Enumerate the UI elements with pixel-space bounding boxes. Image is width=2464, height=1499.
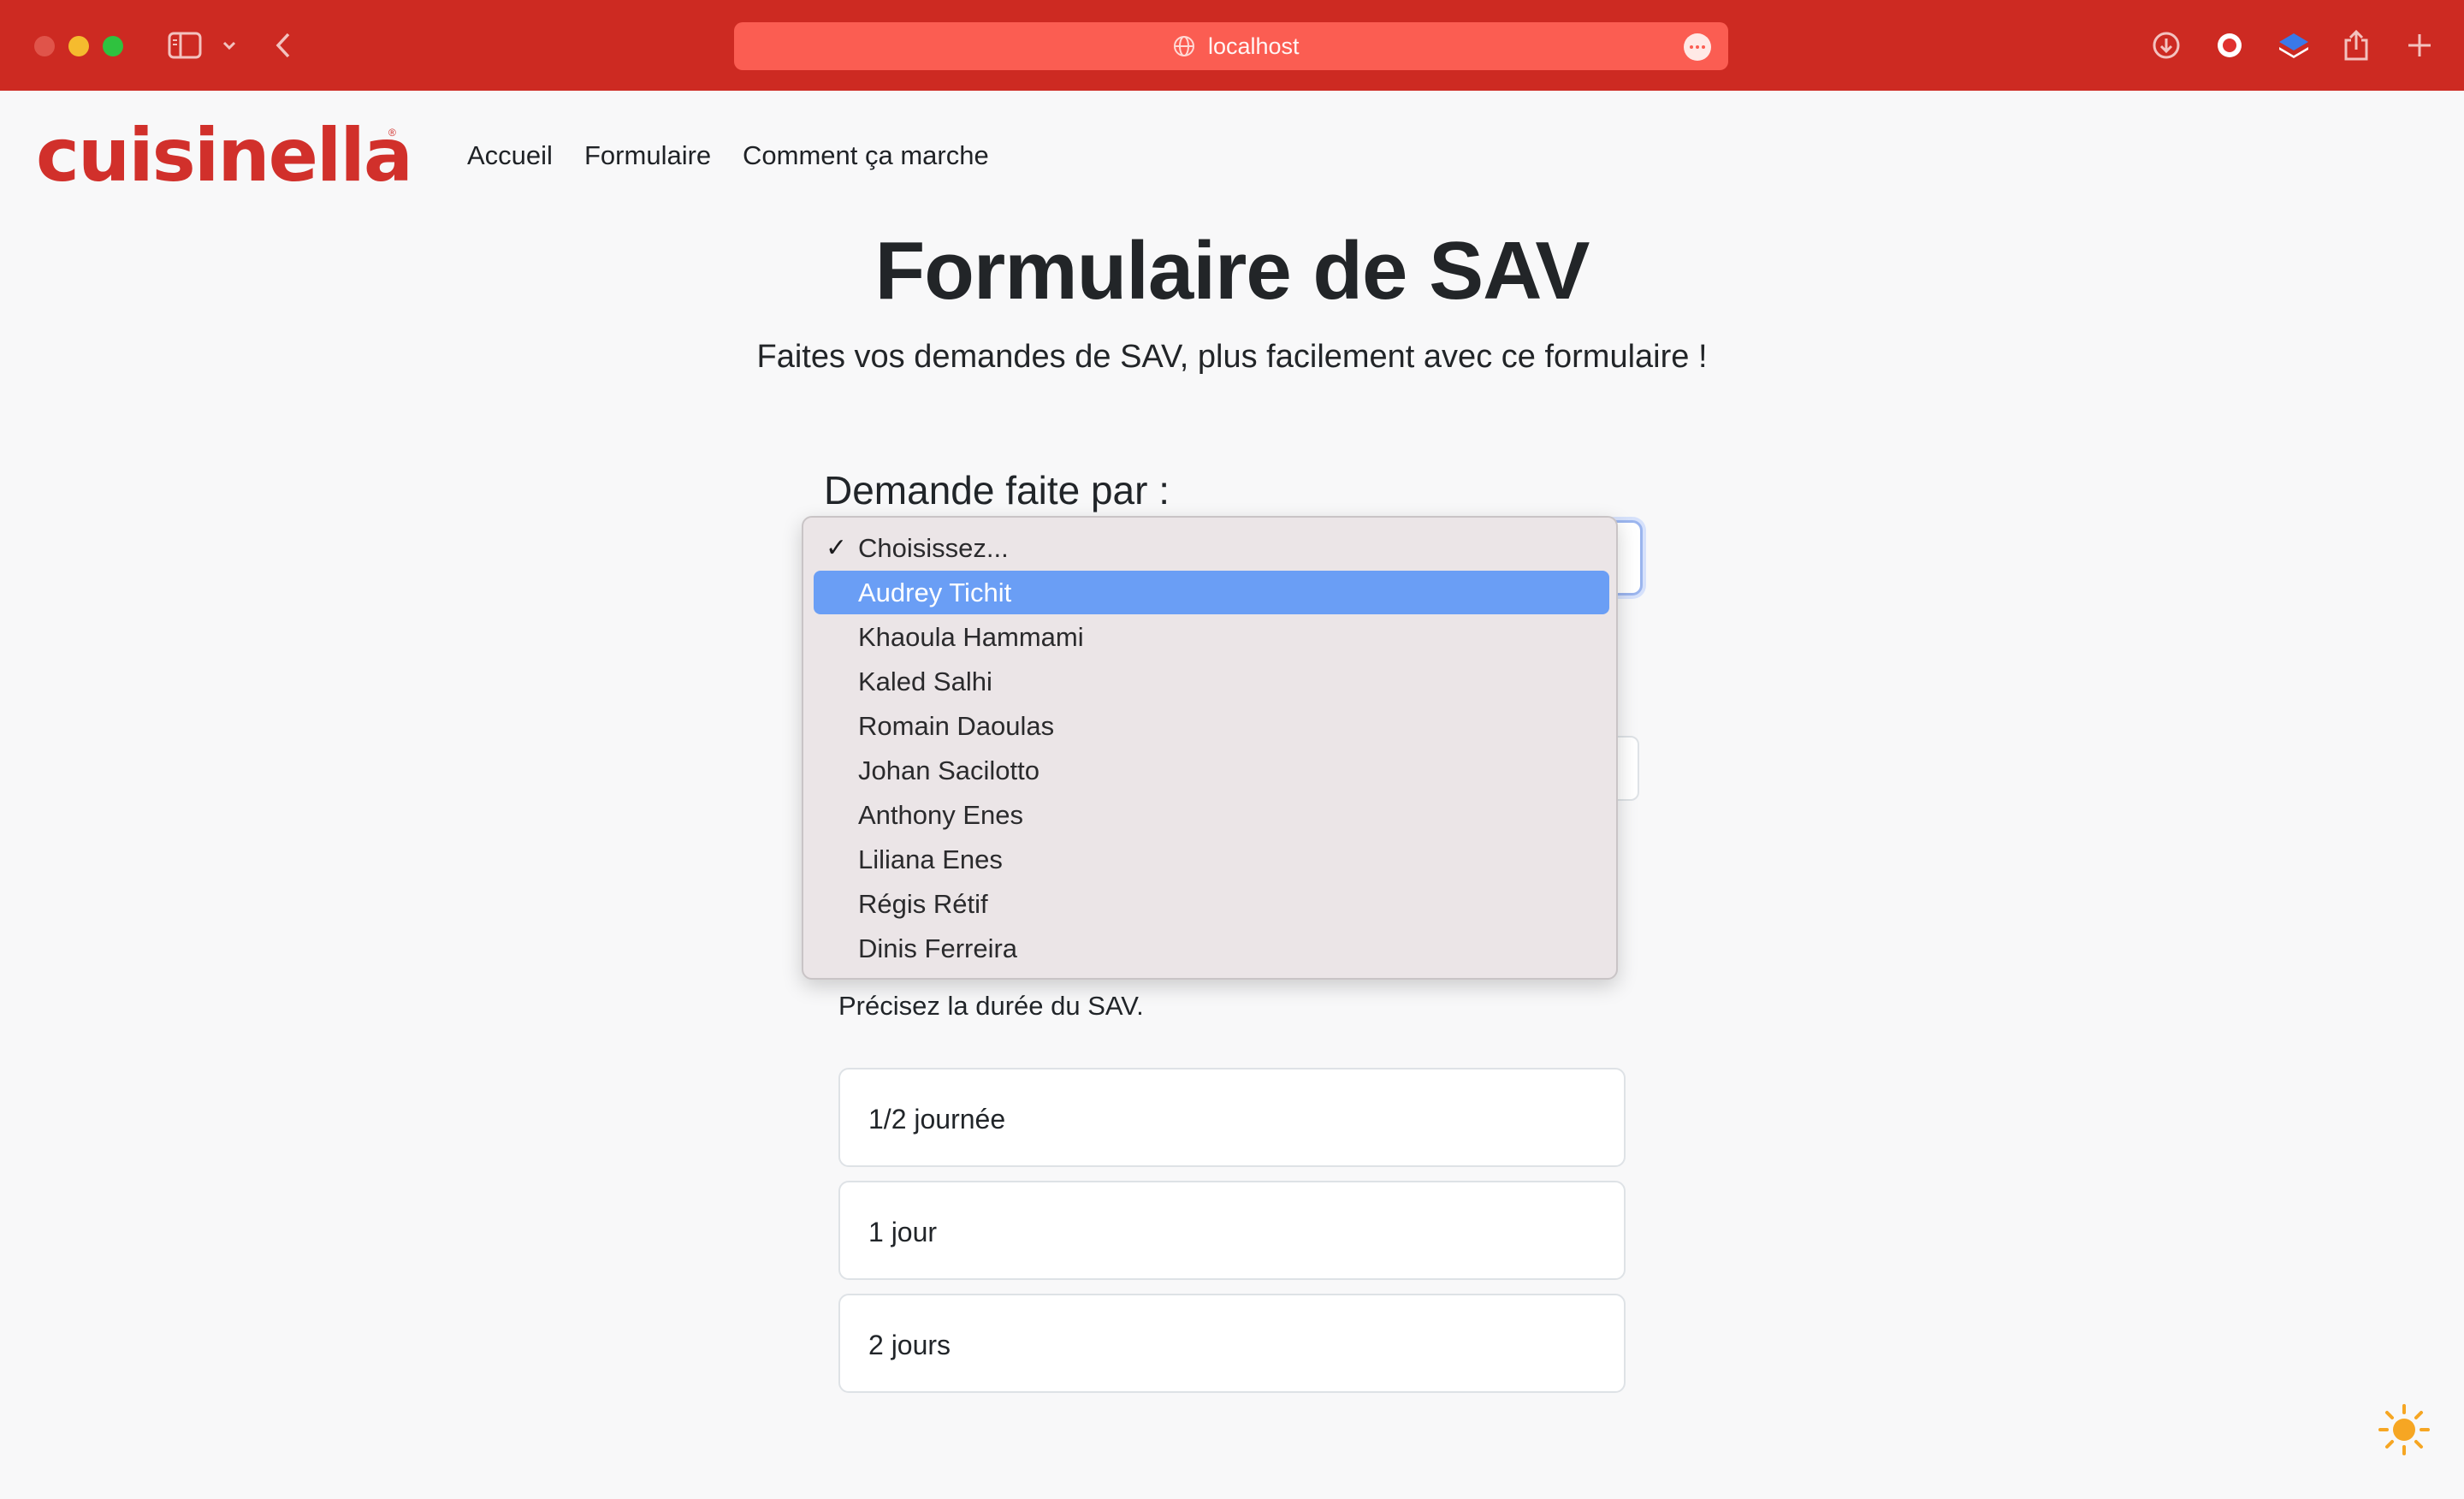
back-arrow-icon[interactable] (272, 26, 294, 65)
option-label: Audrey Tichit (858, 578, 1012, 607)
globe-icon (1174, 36, 1194, 56)
dropdown-option-anthony-enes[interactable]: Anthony Enes (814, 793, 1609, 837)
url-text: localhost (1208, 33, 1300, 59)
dropdown-option-liliana-enes[interactable]: Liliana Enes (814, 838, 1609, 881)
logo-registered-mark: ® (388, 127, 396, 139)
option-label: Dinis Ferreira (858, 933, 1018, 963)
duration-option-half-day[interactable]: 1/2 journée (838, 1068, 1626, 1167)
option-label: Khaoula Hammami (858, 622, 1084, 652)
option-label: Liliana Enes (858, 844, 1003, 874)
new-tab-icon[interactable] (2404, 26, 2435, 65)
option-label: Choisissez... (858, 533, 1009, 563)
option-label: Romain Daoulas (858, 711, 1055, 741)
checkmark-icon: ✓ (826, 534, 848, 562)
option-label: Régis Rétif (858, 889, 988, 919)
sun-icon[interactable] (2378, 1403, 2431, 1456)
nav-link-accueil[interactable]: Accueil (467, 140, 553, 171)
duration-option-label: 1 jour (868, 1217, 938, 1247)
duration-help-text: Précisez la durée du SAV. (838, 991, 1144, 1021)
requester-label: Demande faite par : (824, 468, 1170, 513)
window-minimize-button[interactable] (68, 36, 89, 56)
nav-link-comment-ca-marche[interactable]: Comment ça marche (743, 140, 989, 171)
more-options-icon[interactable] (1684, 33, 1711, 61)
chevron-down-icon[interactable] (219, 26, 240, 65)
dropdown-option-khaoula-hammami[interactable]: Khaoula Hammami (814, 615, 1609, 659)
dropdown-option-regis-retif[interactable]: Régis Rétif (814, 882, 1609, 926)
option-label: Kaled Salhi (858, 667, 992, 696)
download-icon[interactable] (2149, 26, 2183, 65)
address-bar[interactable]: localhost (734, 22, 1728, 70)
window-close-button[interactable] (34, 36, 55, 56)
share-icon[interactable] (2341, 26, 2372, 65)
dropdown-option-johan-sacilotto[interactable]: Johan Sacilotto (814, 749, 1609, 792)
record-extension-icon[interactable] (2212, 26, 2247, 65)
duration-option-two-days[interactable]: 2 jours (838, 1294, 1626, 1393)
dropdown-option-kaled-salhi[interactable]: Kaled Salhi (814, 660, 1609, 703)
option-label: Anthony Enes (858, 800, 1024, 830)
layers-extension-icon[interactable] (2276, 26, 2312, 65)
page-subtitle: Faites vos demandes de SAV, plus facilem… (756, 339, 1708, 375)
dropdown-option-choisissez[interactable]: ✓ Choisissez... (814, 526, 1609, 570)
option-label: Johan Sacilotto (858, 755, 1040, 785)
nav-link-formulaire[interactable]: Formulaire (584, 140, 711, 171)
sidebar-toggle-icon[interactable] (164, 26, 205, 65)
requester-dropdown-menu: ✓ Choisissez... Audrey Tichit Khaoula Ha… (802, 516, 1618, 980)
window-zoom-button[interactable] (103, 36, 123, 56)
cuisinella-logo[interactable]: cuisinella (36, 113, 413, 198)
duration-option-one-day[interactable]: 1 jour (838, 1181, 1626, 1280)
browser-toolbar: localhost (0, 0, 2464, 91)
page-title: Formulaire de SAV (874, 225, 1590, 317)
duration-option-label: 2 jours (868, 1330, 951, 1360)
dropdown-option-dinis-ferreira[interactable]: Dinis Ferreira (814, 927, 1609, 970)
dropdown-option-audrey-tichit[interactable]: Audrey Tichit (814, 571, 1609, 614)
dropdown-option-romain-daoulas[interactable]: Romain Daoulas (814, 704, 1609, 748)
duration-option-label: 1/2 journée (868, 1104, 1006, 1135)
